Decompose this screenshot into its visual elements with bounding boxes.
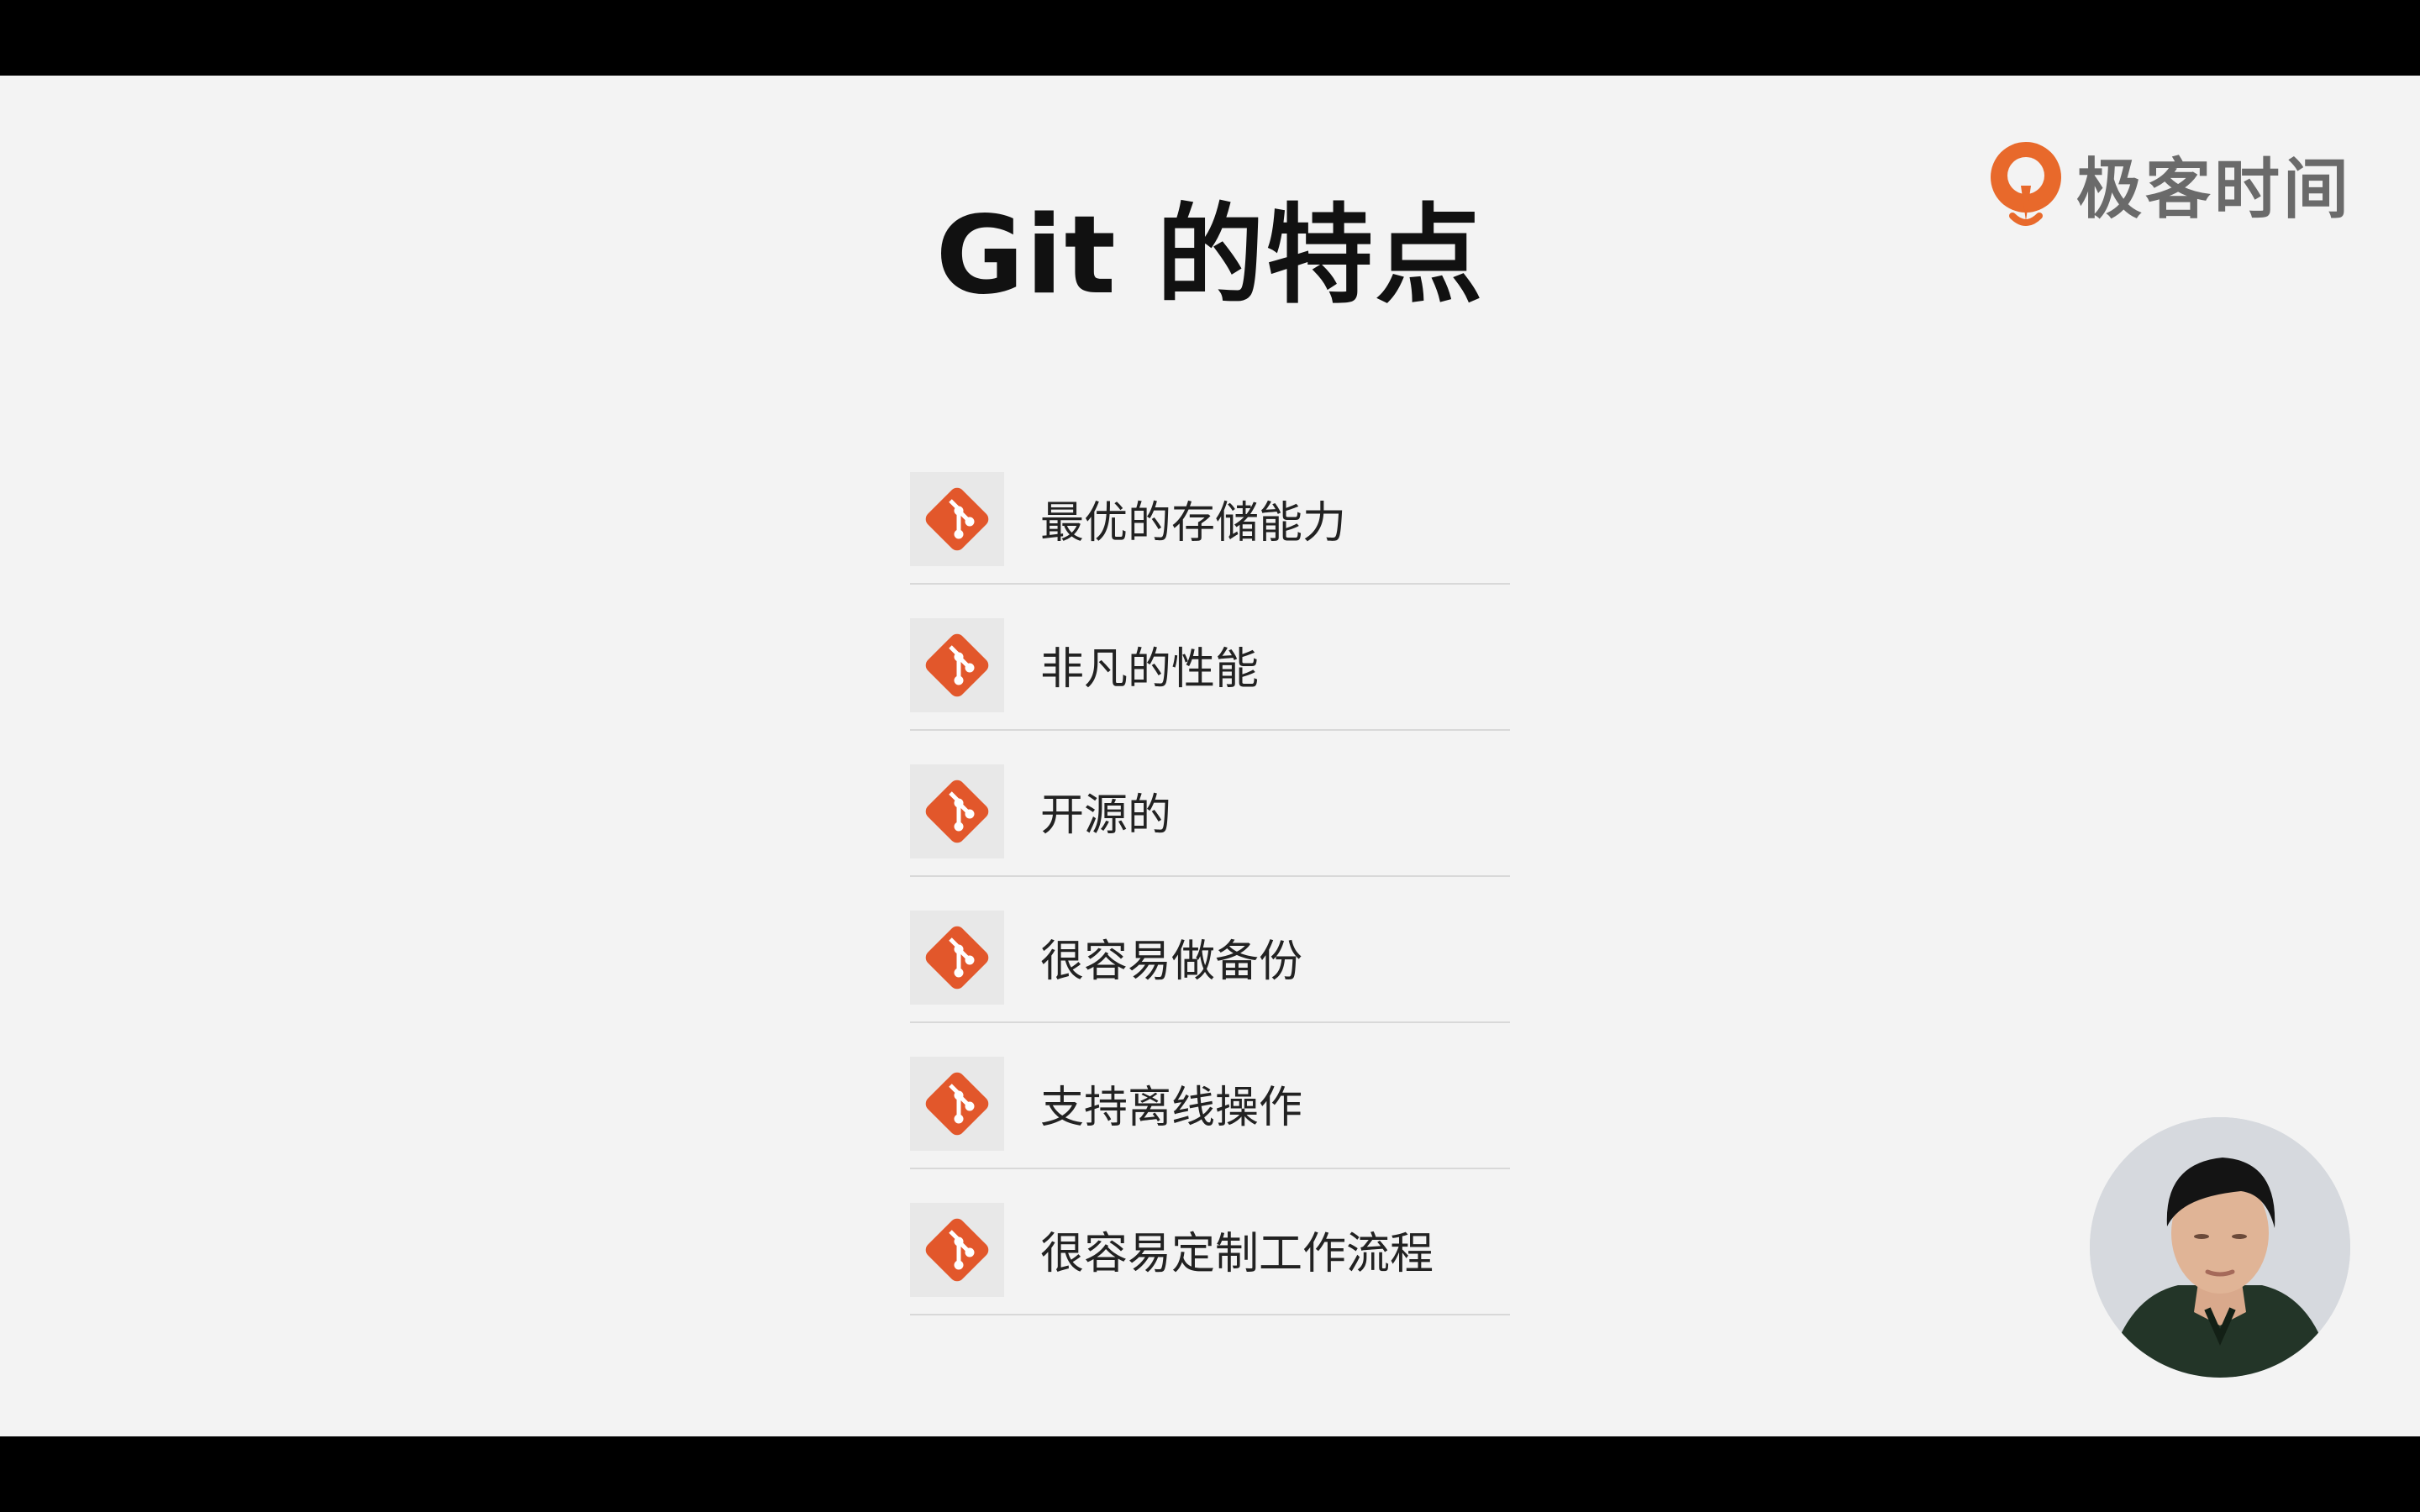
letterbox-bottom bbox=[0, 1436, 2420, 1512]
feature-label: 最优的存储能力 bbox=[1040, 498, 1347, 549]
slide: Git 的特点 极客时间 最优的存储能力 非凡的性能 开源的 很容易做备份 支持… bbox=[0, 76, 2420, 1436]
git-icon bbox=[925, 1072, 989, 1136]
feature-label: 非凡的性能 bbox=[1040, 644, 1260, 695]
feature-label: 开源的 bbox=[1040, 790, 1172, 841]
list-item: 开源的 bbox=[910, 731, 1510, 877]
list-item: 很容易定制工作流程 bbox=[910, 1169, 1510, 1315]
letterbox-top bbox=[0, 0, 2420, 76]
git-icon bbox=[925, 926, 989, 990]
feature-label: 很容易做备份 bbox=[1040, 937, 1303, 987]
list-item: 很容易做备份 bbox=[910, 877, 1510, 1023]
git-icon-box bbox=[910, 1057, 1004, 1151]
list-item: 最优的存储能力 bbox=[910, 438, 1510, 585]
git-icon bbox=[925, 487, 989, 551]
git-icon-box bbox=[910, 911, 1004, 1005]
brand-name: 极客时间 bbox=[2076, 152, 2353, 228]
geektime-logo-icon bbox=[1991, 142, 2061, 226]
git-icon bbox=[925, 633, 989, 697]
feature-label: 很容易定制工作流程 bbox=[1040, 1229, 1434, 1279]
git-icon-box bbox=[910, 1203, 1004, 1297]
feature-label: 支持离线操作 bbox=[1040, 1083, 1303, 1133]
git-icon-box bbox=[910, 472, 1004, 566]
git-icon bbox=[925, 780, 989, 843]
list-item: 支持离线操作 bbox=[910, 1023, 1510, 1169]
git-icon-box bbox=[910, 618, 1004, 712]
presenter-avatar-icon bbox=[2090, 1117, 2350, 1378]
brand-logo: 极客时间 bbox=[1987, 138, 2352, 230]
list-item: 非凡的性能 bbox=[910, 585, 1510, 731]
git-icon-box bbox=[910, 764, 1004, 858]
feature-list: 最优的存储能力 非凡的性能 开源的 很容易做备份 支持离线操作 很容易定制工作流… bbox=[910, 438, 1510, 1315]
git-icon bbox=[925, 1218, 989, 1282]
presenter-video bbox=[2090, 1117, 2350, 1378]
